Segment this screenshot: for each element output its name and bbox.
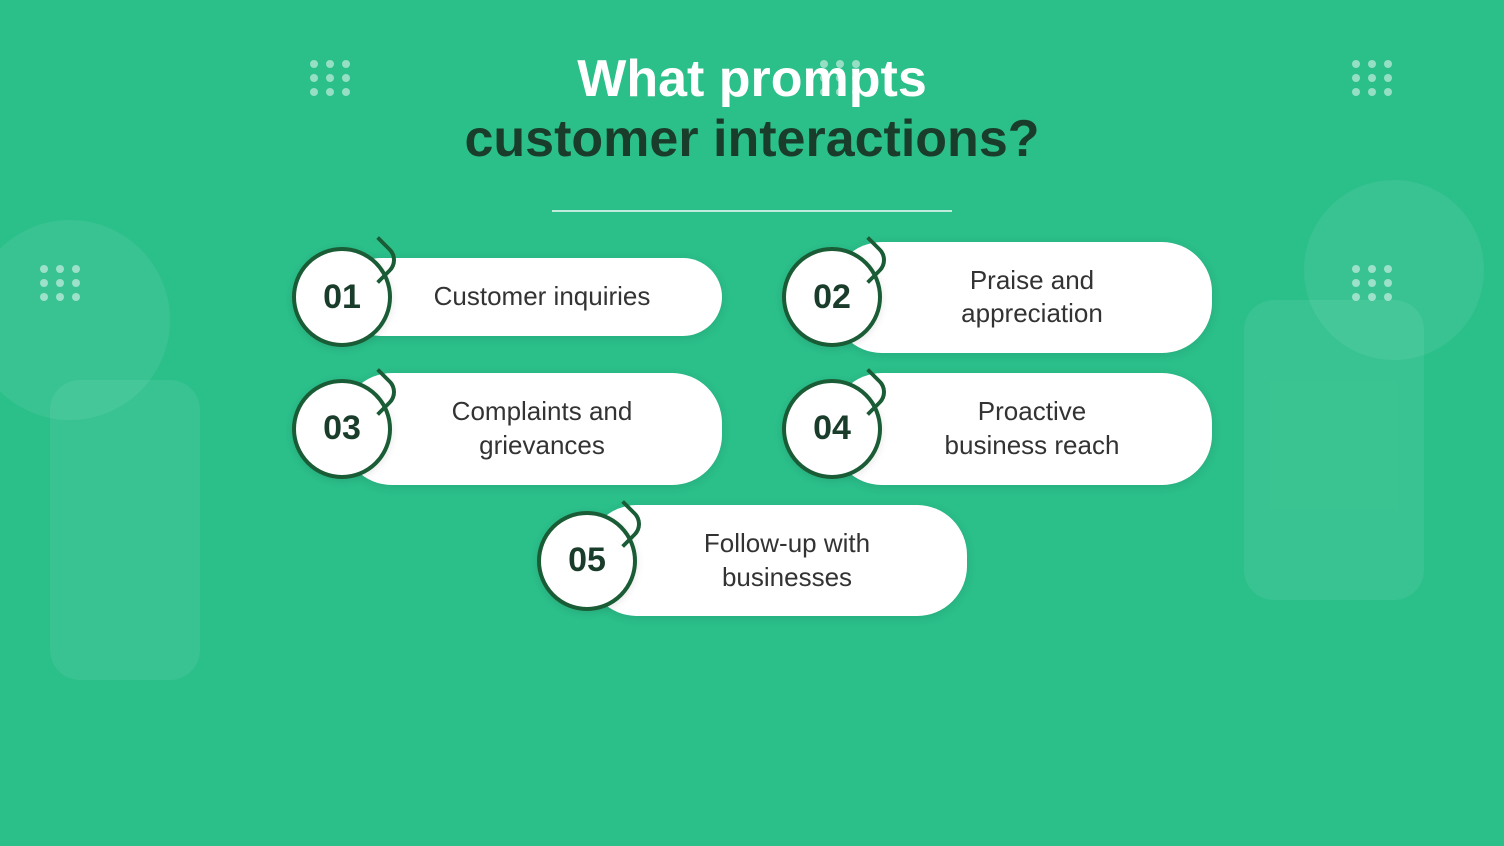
card-badge-01: 01 [292,247,392,347]
card-item-04: 04 Proactivebusiness reach [782,373,1212,485]
card-pill-04: Proactivebusiness reach [832,373,1212,485]
cards-row-2: 03 Complaints andgrievances 04 Proactive… [292,373,1212,485]
title-section: What prompts customer interactions? [464,50,1039,170]
card-pill-02: Praise andappreciation [832,242,1212,354]
card-pill-05: Follow-up withbusinesses [587,505,967,617]
main-content: What prompts customer interactions? 01 C… [0,0,1504,616]
card-item-03: 03 Complaints andgrievances [292,373,722,485]
card-label-01: Customer inquiries [434,280,651,314]
card-item-01: 01 Customer inquiries [292,242,722,354]
card-pill-01: Customer inquiries [342,258,722,336]
card-label-05: Follow-up withbusinesses [704,527,870,595]
cards-row-1: 01 Customer inquiries 02 Praise andappre… [292,242,1212,354]
card-pill-03: Complaints andgrievances [342,373,722,485]
card-badge-04: 04 [782,379,882,479]
title-divider [552,210,952,212]
cards-area: 01 Customer inquiries 02 Praise andappre… [0,242,1504,617]
card-badge-05: 05 [537,511,637,611]
title-line1: What prompts [464,50,1039,110]
cards-row-3: 05 Follow-up withbusinesses [537,505,967,617]
card-label-04: Proactivebusiness reach [945,395,1120,463]
card-item-05: 05 Follow-up withbusinesses [537,505,967,617]
card-item-02: 02 Praise andappreciation [782,242,1212,354]
title-line2: customer interactions? [464,110,1039,170]
card-label-03: Complaints andgrievances [452,395,633,463]
card-badge-03: 03 [292,379,392,479]
card-badge-02: 02 [782,247,882,347]
card-label-02: Praise andappreciation [961,264,1103,332]
